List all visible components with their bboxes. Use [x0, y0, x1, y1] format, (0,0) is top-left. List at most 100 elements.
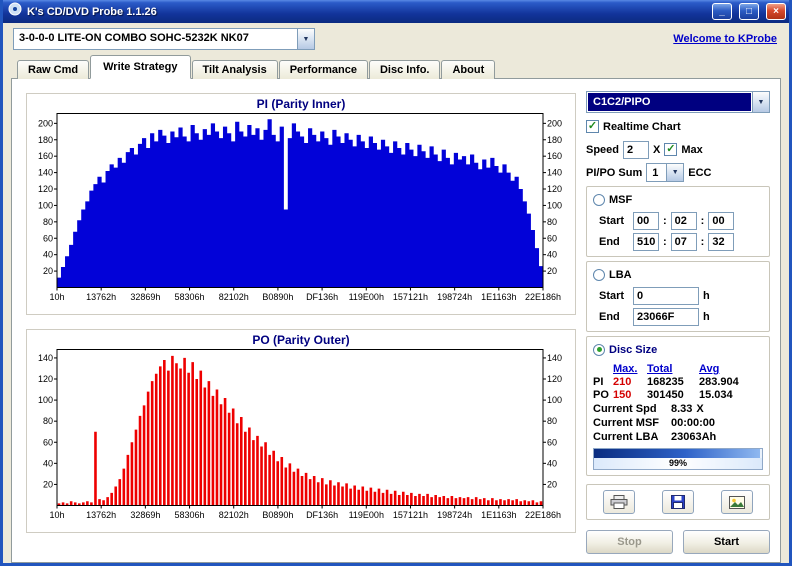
close-icon: ×: [773, 7, 779, 17]
control-panel: C1C2/PIPO ▼ ✓ Realtime Chart Speed X ✓ M…: [584, 87, 772, 554]
start-button[interactable]: Start: [683, 530, 770, 554]
current-spd-value: 8.33: [671, 403, 692, 415]
msf-end-sec-input[interactable]: [671, 233, 697, 251]
drive-selector-dropdown-button[interactable]: ▼: [297, 29, 314, 49]
chart-column: PI (Parity Inner) 2020404060608080100100…: [20, 87, 576, 554]
svg-text:140: 140: [38, 168, 53, 178]
svg-text:120: 120: [38, 184, 53, 194]
stop-button[interactable]: Stop: [586, 530, 673, 554]
tab-raw-cmd[interactable]: Raw Cmd: [17, 60, 89, 79]
print-button[interactable]: [603, 490, 635, 514]
po-chart: PO (Parity Outer) 2020404060608080100100…: [26, 329, 576, 533]
maximize-icon: □: [746, 7, 752, 17]
msf-start-sec-input[interactable]: [671, 212, 697, 230]
speed-input[interactable]: [623, 141, 649, 159]
welcome-link[interactable]: Welcome to KProbe: [673, 33, 777, 45]
realtime-chart-label: Realtime Chart: [603, 121, 681, 133]
tab-disc-info[interactable]: Disc Info.: [369, 60, 441, 79]
close-button[interactable]: ×: [766, 3, 786, 20]
po-total-value: 301450: [647, 389, 699, 401]
realtime-chart-checkbox[interactable]: ✓: [586, 120, 599, 133]
disc-size-label: Disc Size: [609, 344, 657, 356]
svg-text:198724h: 198724h: [437, 292, 472, 302]
pi-max-value: 210: [613, 376, 647, 388]
svg-text:10h: 10h: [49, 292, 64, 302]
msf-end-label: End: [599, 236, 629, 248]
pipo-sum-dropdown-button[interactable]: ▼: [666, 164, 683, 181]
po-avg-value: 15.034: [699, 389, 751, 401]
pi-row-label: PI: [593, 376, 613, 388]
minimize-button[interactable]: _: [712, 3, 732, 20]
tab-write-strategy[interactable]: Write Strategy: [90, 55, 190, 79]
progress-fill: [594, 449, 760, 458]
svg-text:40: 40: [43, 250, 53, 260]
svg-text:60: 60: [547, 233, 557, 243]
msf-end-frame-input[interactable]: [708, 233, 734, 251]
msf-radio[interactable]: [593, 194, 605, 206]
msf-group: MSF Start : : End : :: [586, 186, 770, 257]
svg-text:B0890h: B0890h: [262, 510, 293, 520]
max-speed-checkbox[interactable]: ✓: [664, 143, 677, 156]
po-row-label: PO: [593, 389, 613, 401]
svg-text:22E186h: 22E186h: [525, 510, 561, 520]
chevron-down-icon: ▼: [672, 169, 679, 176]
ecc-label: ECC: [688, 167, 711, 179]
lba-radio[interactable]: [593, 269, 605, 281]
msf-start-label: Start: [599, 215, 629, 227]
pipo-sum-value: 1: [647, 164, 666, 181]
lba-start-label: Start: [599, 290, 629, 302]
svg-text:160: 160: [547, 151, 562, 161]
msf-separator: :: [663, 236, 667, 248]
check-icon: ✓: [588, 121, 597, 132]
max-speed-label: Max: [681, 144, 702, 156]
svg-text:80: 80: [43, 217, 53, 227]
disc-size-group: Disc Size Max. Total Avg PI 210 168235 2…: [586, 336, 770, 476]
pi-total-value: 168235: [647, 376, 699, 388]
msf-start-frame-input[interactable]: [708, 212, 734, 230]
svg-text:82102h: 82102h: [219, 292, 249, 302]
disc-size-radio[interactable]: [593, 344, 605, 356]
speed-label: Speed: [586, 144, 619, 156]
lba-start-input[interactable]: [633, 287, 699, 305]
table-row: PI 210 168235 283.904: [593, 376, 763, 388]
svg-text:1E1163h: 1E1163h: [481, 510, 516, 520]
svg-text:200: 200: [38, 118, 53, 128]
msf-separator: :: [663, 215, 667, 227]
title-bar[interactable]: K's CD/DVD Probe 1.1.26 _ □ ×: [3, 0, 789, 23]
svg-text:157121h: 157121h: [393, 510, 428, 520]
stats-table: Max. Total Avg PI 210 168235 283.904 PO …: [593, 363, 763, 470]
lba-unit-label: h: [703, 311, 710, 323]
svg-text:120: 120: [547, 374, 562, 384]
tab-tilt-analysis[interactable]: Tilt Analysis: [192, 60, 278, 79]
pi-chart: PI (Parity Inner) 2020404060608080100100…: [26, 93, 576, 315]
svg-text:40: 40: [43, 458, 53, 468]
export-image-button[interactable]: [721, 490, 753, 514]
lba-end-input[interactable]: [633, 308, 699, 326]
svg-text:DF136h: DF136h: [306, 292, 338, 302]
maximize-button[interactable]: □: [739, 3, 759, 20]
progress-bar: 99%: [593, 448, 763, 470]
svg-text:B0890h: B0890h: [262, 292, 293, 302]
svg-text:100: 100: [547, 395, 562, 405]
pipo-sum-selector[interactable]: 1 ▼: [646, 163, 684, 182]
drive-selector-value: 3-0-0-0 LITE-ON COMBO SOHC-5232K NK07: [14, 29, 297, 49]
svg-text:13762h: 13762h: [86, 292, 116, 302]
tab-performance[interactable]: Performance: [279, 60, 368, 79]
svg-text:119E00h: 119E00h: [349, 292, 384, 302]
svg-text:120: 120: [38, 374, 53, 384]
top-bar: 3-0-0-0 LITE-ON COMBO SOHC-5232K NK07 ▼ …: [3, 23, 789, 55]
mode-selector-dropdown-button[interactable]: ▼: [752, 92, 769, 112]
tab-about[interactable]: About: [441, 60, 495, 79]
drive-selector[interactable]: 3-0-0-0 LITE-ON COMBO SOHC-5232K NK07 ▼: [13, 28, 315, 50]
svg-text:198724h: 198724h: [437, 510, 472, 520]
msf-start-min-input[interactable]: [633, 212, 659, 230]
table-row: PO 150 301450 15.034: [593, 389, 763, 401]
save-button[interactable]: [662, 490, 694, 514]
svg-text:157121h: 157121h: [393, 292, 428, 302]
mode-selector[interactable]: C1C2/PIPO ▼: [586, 91, 770, 113]
chevron-down-icon: ▼: [758, 99, 765, 106]
msf-end-min-input[interactable]: [633, 233, 659, 251]
svg-text:140: 140: [547, 353, 562, 363]
svg-text:80: 80: [547, 217, 557, 227]
svg-text:80: 80: [43, 416, 53, 426]
